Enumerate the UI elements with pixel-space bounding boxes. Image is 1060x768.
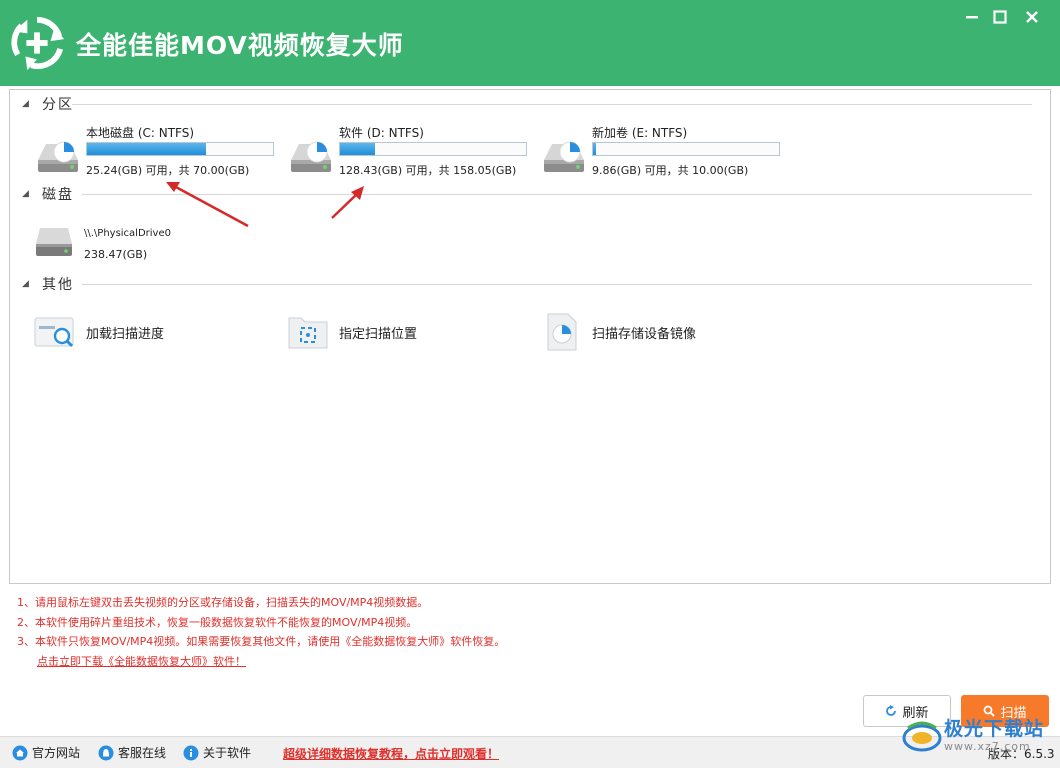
title-bar: 全能佳能MOV视频恢复大师 xyxy=(0,0,1060,86)
tool-label: 扫描存储设备镜像 xyxy=(592,327,697,342)
partition-drive-icon xyxy=(38,141,78,172)
minimize-icon xyxy=(966,16,978,19)
section-disks[interactable]: ◢ 磁盘 xyxy=(22,185,74,203)
specify-scan-location[interactable]: 指定扫描位置 xyxy=(287,312,507,352)
note-line: 3、本软件只恢复MOV/MP4视频。如果需要恢复其他文件，请使用《全能数据恢复大… xyxy=(17,635,506,648)
service-icon xyxy=(98,745,114,760)
watermark-logo-icon xyxy=(902,721,942,752)
collapse-icon: ◢ xyxy=(22,279,29,289)
close-icon xyxy=(1026,11,1038,23)
divider xyxy=(72,104,1032,105)
tool-label: 加载扫描进度 xyxy=(86,327,165,342)
disk-name: \\.\PhysicalDrive0 xyxy=(84,228,171,239)
usage-bar xyxy=(339,142,527,156)
tool-label: 指定扫描位置 xyxy=(339,327,418,342)
section-other[interactable]: ◢ 其他 xyxy=(22,275,74,293)
watermark-sub: www.xz7.com xyxy=(944,740,1031,753)
watermark: 极光下载站 www.xz7.com xyxy=(902,712,1052,760)
usage-bar xyxy=(86,142,274,156)
folder-target-icon xyxy=(288,317,328,349)
usage-bar-fill xyxy=(593,143,596,155)
load-progress-icon xyxy=(34,317,74,348)
usage-bar xyxy=(592,142,780,156)
service-label: 客服在线 xyxy=(118,746,167,760)
maximize-button[interactable] xyxy=(986,4,1014,30)
tutorial-link[interactable]: 超级详细数据恢复教程，点击立即观看！ xyxy=(283,745,499,762)
service-link[interactable]: 客服在线 xyxy=(98,744,166,761)
partition-drive-icon xyxy=(544,141,584,172)
section-other-label: 其他 xyxy=(42,277,74,293)
partition-d[interactable]: 软件 (D: NTFS) 128.43(GB) 可用，共 158.05(GB) xyxy=(287,124,537,184)
app-title: 全能佳能MOV视频恢复大师 xyxy=(76,31,404,60)
minimize-button[interactable] xyxy=(958,4,986,30)
note-line: 2、本软件使用碎片重组技术，恢复一般数据恢复软件不能恢复的MOV/MP4视频。 xyxy=(17,615,418,629)
website-link[interactable]: 官方网站 xyxy=(12,744,80,761)
note-line: 1、请用鼠标左键双击丢失视频的分区或存储设备，扫描丢失的MOV/MP4视频数据。 xyxy=(17,596,429,609)
watermark-text: 极光下载站 xyxy=(944,718,1045,740)
info-icon xyxy=(183,745,199,760)
refresh-icon xyxy=(886,705,897,716)
partition-name: 新加卷 (E: NTFS) xyxy=(592,126,688,140)
partition-name: 本地磁盘 (C: NTFS) xyxy=(86,126,195,140)
instructions: 1、请用鼠标左键双击丢失视频的分区或存储设备，扫描丢失的MOV/MP4视频数据。… xyxy=(17,593,505,671)
scan-device-image[interactable]: 扫描存储设备镜像 xyxy=(540,312,760,352)
close-button[interactable] xyxy=(1018,4,1046,30)
status-bar: 官方网站 客服在线 关于软件 超级详细数据恢复教程，点击立即观看！ 版本：6.5… xyxy=(0,736,1060,768)
maximize-icon xyxy=(993,10,1007,24)
partition-e[interactable]: 新加卷 (E: NTFS) 9.86(GB) 可用，共 10.00(GB) xyxy=(540,124,790,184)
partition-c[interactable]: 本地磁盘 (C: NTFS) 25.24(GB) 可用，共 70.00(GB) xyxy=(34,124,284,184)
load-scan-progress[interactable]: 加载扫描进度 xyxy=(34,312,254,352)
partition-drive-icon xyxy=(291,141,331,172)
hard-disk-icon xyxy=(36,228,72,256)
physical-disk-0[interactable]: \\.\PhysicalDrive0 238.47(GB) xyxy=(32,220,232,266)
divider xyxy=(82,284,1032,285)
disk-image-icon xyxy=(547,313,577,351)
download-link[interactable]: 点击立即下载《全能数据恢复大师》软件！ xyxy=(37,652,505,672)
device-panel: ◢ 分区 本地磁盘 (C: NTFS) 25.24(GB) 可用，共 70.00… xyxy=(9,89,1051,584)
about-label: 关于软件 xyxy=(203,746,252,760)
disk-size: 238.47(GB) xyxy=(84,248,148,261)
app-logo-icon xyxy=(11,16,65,71)
divider xyxy=(82,194,1032,195)
about-link[interactable]: 关于软件 xyxy=(183,744,251,761)
partition-info: 128.43(GB) 可用，共 158.05(GB) xyxy=(339,164,517,177)
website-label: 官方网站 xyxy=(32,746,81,760)
collapse-icon: ◢ xyxy=(22,189,29,199)
home-icon xyxy=(12,745,28,760)
usage-bar-fill xyxy=(340,143,376,155)
section-partitions-label: 分区 xyxy=(42,97,74,113)
section-disks-label: 磁盘 xyxy=(42,187,74,203)
partition-info: 9.86(GB) 可用，共 10.00(GB) xyxy=(592,164,749,177)
partition-info: 25.24(GB) 可用，共 70.00(GB) xyxy=(86,164,250,177)
partition-name: 软件 (D: NTFS) xyxy=(339,126,424,140)
section-partitions[interactable]: ◢ 分区 xyxy=(22,95,74,113)
usage-bar-fill xyxy=(87,143,207,155)
collapse-icon: ◢ xyxy=(22,99,29,109)
